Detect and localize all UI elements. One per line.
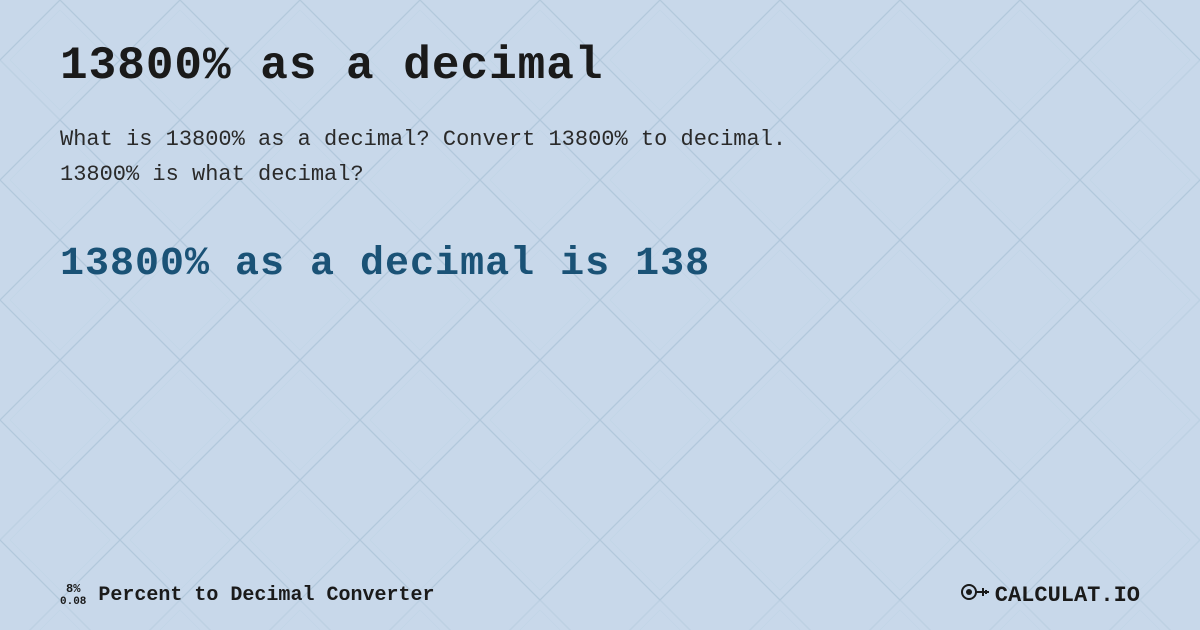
percent-icon: 8% 0.08 <box>60 583 86 608</box>
description-line1: What is 13800% as a decimal? Convert 138… <box>60 127 786 152</box>
description-text: What is 13800% as a decimal? Convert 138… <box>60 122 860 192</box>
logo-icon <box>961 581 989 610</box>
page-title: 13800% as a decimal <box>60 40 1140 92</box>
page-content: 13800% as a decimal What is 13800% as a … <box>0 0 1200 630</box>
footer-label: Percent to Decimal Converter <box>98 584 434 607</box>
description-line2: 13800% is what decimal? <box>60 162 364 187</box>
footer-left: 8% 0.08 Percent to Decimal Converter <box>60 583 434 608</box>
result-title: 13800% as a decimal is 138 <box>60 242 1140 287</box>
logo-text: CALCULAT.IO <box>995 583 1140 608</box>
percent-bottom: 0.08 <box>60 596 86 608</box>
percent-top: 8% <box>66 583 80 596</box>
footer: 8% 0.08 Percent to Decimal Converter CAL… <box>60 581 1140 610</box>
logo: CALCULAT.IO <box>961 581 1140 610</box>
